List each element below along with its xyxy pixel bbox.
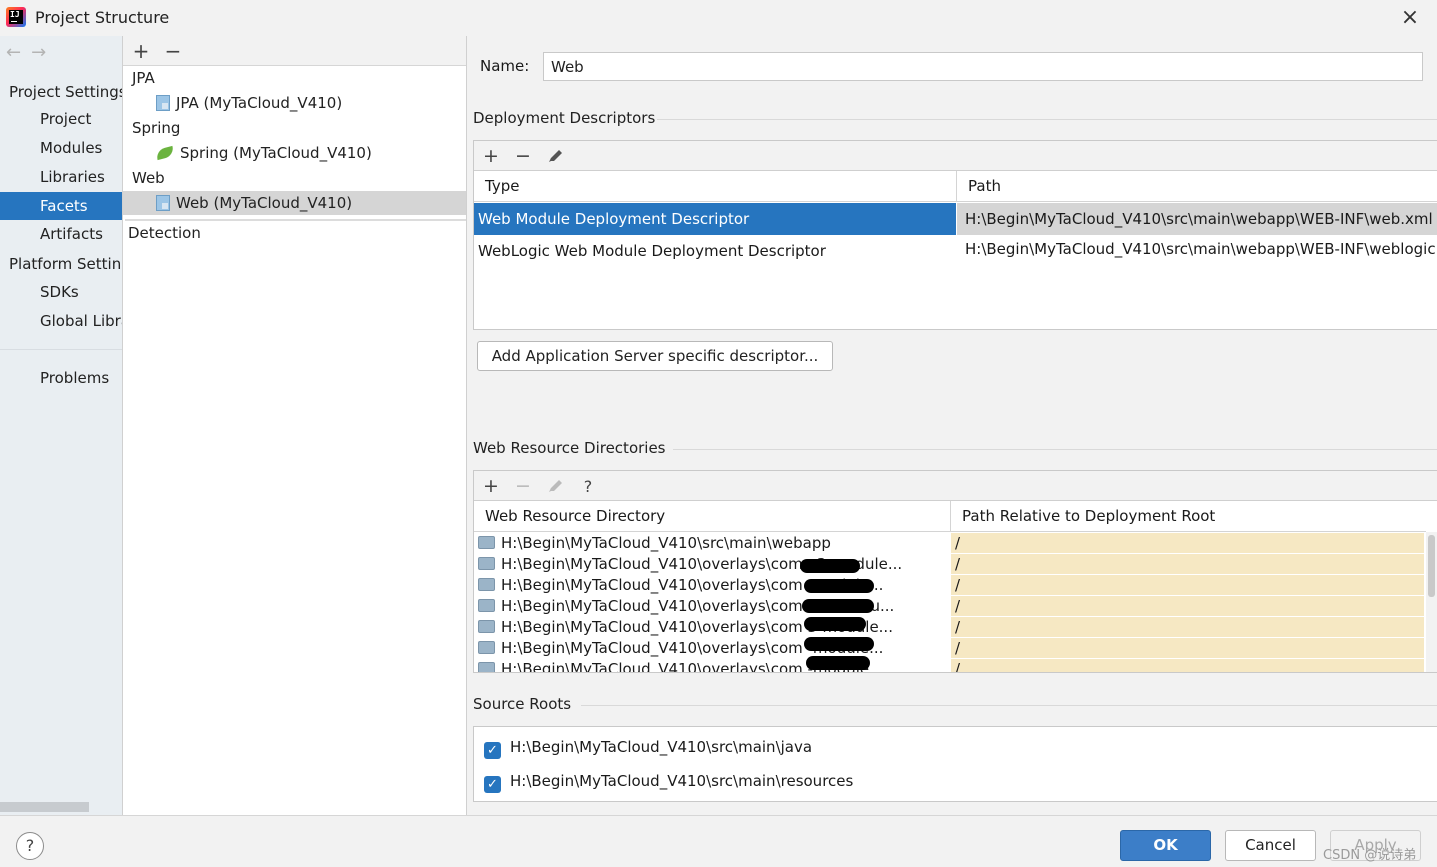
remove-facet-icon[interactable]: − — [162, 39, 184, 63]
facets-toolbar: + − — [123, 36, 466, 66]
folder-icon — [478, 557, 495, 570]
watermark: CSDN @说诗弟 — [1323, 848, 1417, 863]
dialog-footer: ? OK Cancel Apply CSDN @说诗弟 — [0, 815, 1437, 867]
spring-leaf-icon — [155, 145, 175, 161]
column-header-path[interactable]: Path — [956, 171, 1437, 202]
sidebar-item-sdks[interactable]: SDKs — [0, 278, 122, 306]
tree-item-jpa[interactable]: JPA (MyTaCloud_V410) — [156, 91, 342, 115]
cancel-button[interactable]: Cancel — [1225, 830, 1316, 861]
sidebar-horizontal-scrollbar[interactable] — [0, 802, 89, 812]
settings-sidebar: ← → Project Settings Project Modules Libr… — [0, 36, 122, 815]
table-row[interactable]: Web Module Deployment Descriptor H:\Begi… — [474, 203, 1437, 235]
remove-descriptor-icon[interactable]: − — [512, 145, 534, 167]
help-icon[interactable]: ? — [577, 477, 599, 496]
redaction-mark — [804, 617, 866, 631]
sidebar-item-artifacts[interactable]: Artifacts — [0, 220, 122, 248]
table-row[interactable]: H:\Begin\MyTaCloud_V410\overlays\com -mo… — [474, 638, 1437, 659]
scrollbar-thumb[interactable] — [1428, 535, 1435, 597]
table-row[interactable]: H:\Begin\MyTaCloud_V410\overlays\com -mo… — [474, 575, 1437, 596]
source-root-item[interactable]: ✓ H:\Begin\MyTaCloud_V410\src\main\resour… — [484, 772, 853, 793]
sidebar-item-project[interactable]: Project — [0, 105, 122, 133]
table-row[interactable]: WebLogic Web Module Deployment Descripto… — [474, 235, 1437, 267]
jpa-facet-icon — [156, 95, 170, 111]
folder-icon — [478, 599, 495, 612]
table-row[interactable]: H:\Begin\MyTaCloud_V410\src\main\webapp … — [474, 533, 1437, 554]
source-root-item[interactable]: ✓ H:\Begin\MyTaCloud_V410\src\main\java — [484, 738, 812, 759]
name-field[interactable] — [543, 52, 1423, 81]
checkbox-checked-icon[interactable]: ✓ — [484, 742, 501, 759]
table-row[interactable]: H:\Begin\MyTaCloud_V410\overlays\com 3-m… — [474, 617, 1437, 638]
redaction-mark — [806, 656, 870, 670]
sidebar-item-problems[interactable]: Problems — [0, 364, 122, 392]
table-row[interactable]: H:\Begin\MyTaCloud_V410\overlays\com 3-w… — [474, 596, 1437, 617]
folder-icon — [478, 536, 495, 549]
facet-settings-panel: Name: Deployment Descriptors + − Type Pa… — [467, 36, 1437, 815]
deployment-descriptors-title: Deployment Descriptors — [473, 109, 656, 127]
name-label: Name: — [480, 57, 530, 75]
tree-group-web[interactable]: Web — [132, 166, 165, 190]
edit-resource-dir-icon[interactable] — [548, 479, 564, 493]
source-roots-title: Source Roots — [473, 695, 572, 713]
intellij-app-icon: IJ — [6, 7, 26, 27]
redaction-mark — [800, 559, 860, 573]
redaction-mark — [804, 579, 874, 593]
sidebar-item-libraries[interactable]: Libraries — [0, 163, 122, 191]
add-facet-icon[interactable]: + — [130, 39, 152, 63]
close-icon[interactable]: × — [1398, 6, 1422, 30]
tree-group-spring[interactable]: Spring — [132, 116, 180, 140]
redaction-mark — [804, 637, 874, 651]
checkbox-checked-icon[interactable]: ✓ — [484, 776, 501, 793]
add-descriptor-icon[interactable]: + — [480, 145, 502, 167]
tree-item-detection[interactable]: Detection — [128, 221, 201, 245]
platform-settings-header: Platform Settings — [9, 255, 122, 273]
tree-group-jpa[interactable]: JPA — [132, 66, 155, 90]
folder-icon — [478, 641, 495, 654]
help-icon[interactable]: ? — [16, 832, 44, 860]
folder-icon — [478, 620, 495, 633]
redaction-mark — [802, 599, 874, 613]
back-arrow-icon[interactable]: ← — [6, 42, 21, 63]
tree-item-web[interactable]: Web (MyTaCloud_V410) — [123, 191, 466, 215]
facets-tree-panel: + − JPA JPA (MyTaCloud_V410) Spring Spri… — [122, 36, 467, 815]
web-resource-directories-title: Web Resource Directories — [473, 439, 666, 457]
column-header-relative-path[interactable]: Path Relative to Deployment Root — [950, 501, 1426, 532]
forward-arrow-icon[interactable]: → — [31, 42, 46, 63]
column-header-type[interactable]: Type — [474, 171, 956, 202]
sidebar-item-modules[interactable]: Modules — [0, 134, 122, 162]
deployment-descriptors-table: + − Type Path Web Module Deployment Desc… — [473, 140, 1437, 330]
web-resource-directories-table: + − ? Web Resource Directory Path Relati… — [473, 470, 1437, 673]
edit-descriptor-icon[interactable] — [548, 149, 564, 163]
remove-resource-dir-icon[interactable]: − — [512, 475, 534, 497]
table-row[interactable]: H:\Begin\MyTaCloud_V410\overlays\com a3-… — [474, 554, 1437, 575]
add-server-descriptor-button[interactable]: Add Application Server specific descript… — [477, 341, 833, 371]
window-title: Project Structure — [35, 8, 170, 27]
folder-icon — [478, 662, 495, 672]
sidebar-divider — [0, 349, 122, 350]
sidebar-item-global-libraries[interactable]: Global Libraries — [0, 307, 122, 335]
add-resource-dir-icon[interactable]: + — [480, 475, 502, 497]
column-header-resource-dir[interactable]: Web Resource Directory — [474, 501, 950, 532]
folder-icon — [478, 578, 495, 591]
ok-button[interactable]: OK — [1120, 830, 1211, 861]
sidebar-item-facets[interactable]: Facets — [0, 192, 122, 220]
title-bar: IJ Project Structure × — [0, 0, 1437, 36]
web-facet-icon — [156, 195, 170, 211]
table-row[interactable]: H:\Begin\MyTaCloud_V410\overlays\com -mo… — [474, 659, 1437, 672]
tree-item-spring[interactable]: Spring (MyTaCloud_V410) — [155, 141, 372, 165]
project-settings-header: Project Settings — [9, 83, 122, 101]
source-roots-list: ✓ H:\Begin\MyTaCloud_V410\src\main\java ✓… — [473, 726, 1437, 802]
